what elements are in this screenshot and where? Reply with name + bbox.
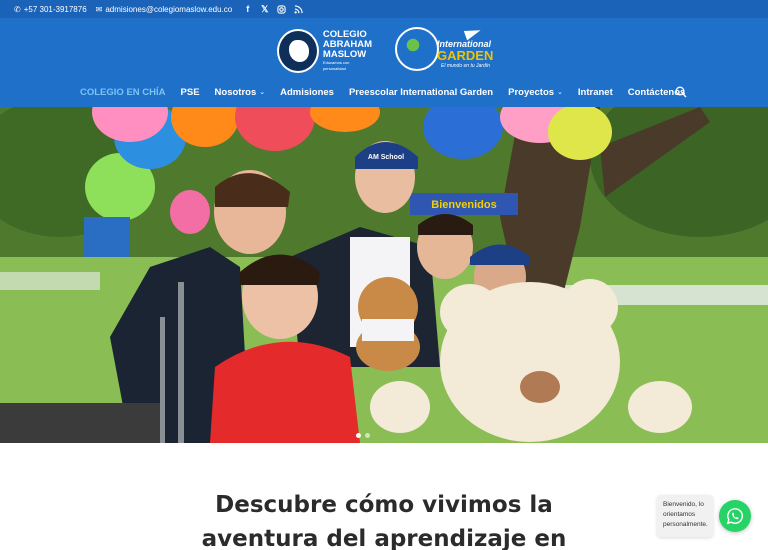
envelope-icon: ✉ <box>95 4 103 14</box>
logo-international-garden[interactable]: International GARDEN El mundo en tu Jard… <box>395 25 494 75</box>
heading-line1: Descubre cómo vivimos la <box>215 492 553 518</box>
slider-dot[interactable] <box>365 433 370 438</box>
logo-ig-tagline: El mundo en tu Jardín <box>441 63 490 69</box>
nav-item-admisiones[interactable]: Admisiones <box>280 87 334 98</box>
top-bar: ✆ +57 301-3917876 ✉ admisiones@colegioma… <box>0 0 768 18</box>
globe-icon <box>395 27 439 71</box>
facebook-icon[interactable]: f <box>243 4 252 14</box>
phone-link[interactable]: ✆ +57 301-3917876 <box>14 5 87 14</box>
chevron-down-icon: ⌄ <box>557 89 563 96</box>
whatsapp-button[interactable] <box>719 500 751 532</box>
lion-logo-icon <box>277 29 319 73</box>
slider-dot[interactable] <box>356 433 361 438</box>
nav-item-proyectos[interactable]: Proyectos ⌄ <box>508 87 563 98</box>
nav-item-pse[interactable]: PSE <box>181 87 200 98</box>
logo-colegio-abraham-maslow[interactable]: COLEGIO ABRAHAM MASLOW Educamos con pers… <box>277 28 372 74</box>
email-text: admisiones@colegiomaslow.edu.co <box>105 4 233 14</box>
rss-icon[interactable] <box>294 4 303 14</box>
heading-line2: aventura del aprendizaje en <box>201 526 567 550</box>
slider-dots <box>356 433 374 438</box>
logo-tagline: Educamos con personalidad <box>322 60 350 71</box>
phone-text: +57 301-3917876 <box>23 4 87 14</box>
search-icon[interactable] <box>675 86 687 98</box>
page: ✆ +57 301-3917876 ✉ admisiones@colegioma… <box>0 0 768 550</box>
section-heading: Descubre cómo vivimos la aventura del ap… <box>0 488 768 550</box>
cap-text: AM School <box>368 154 404 161</box>
logo-line3: MASLOW <box>322 49 367 60</box>
social-links: f 𝕏 <box>243 4 311 14</box>
chat-greeting-bubble[interactable]: Bienvenido, lo orientamos personalmente. <box>657 495 713 537</box>
nav-item-colegio-en-chia[interactable]: COLEGIO EN CHÍA <box>80 87 166 98</box>
nav-item-intranet[interactable]: Intranet <box>578 87 613 98</box>
hero-banner-text: Bienvenidos <box>431 199 496 211</box>
x-icon[interactable]: 𝕏 <box>260 4 269 14</box>
instagram-icon[interactable] <box>277 4 286 14</box>
nav-item-nosotros[interactable]: Nosotros ⌄ <box>215 87 266 98</box>
hero-photo: Bienvenidos AM School <box>0 107 768 443</box>
logo-ig-line2: GARDEN <box>437 48 494 63</box>
main-nav: COLEGIO EN CHÍA PSE Nosotros ⌄ Admisiones… <box>80 85 700 99</box>
site-header: COLEGIO ABRAHAM MASLOW Educamos con pers… <box>0 18 768 107</box>
chevron-down-icon: ⌄ <box>259 89 266 96</box>
email-link[interactable]: ✉ admisiones@colegiomaslow.edu.co <box>96 5 233 14</box>
whatsapp-icon <box>726 508 744 525</box>
phone-icon: ✆ <box>14 4 21 14</box>
hero-slider[interactable]: Bienvenidos AM School <box>0 107 768 443</box>
nav-item-preescolar[interactable]: Preescolar International Garden <box>349 87 493 98</box>
